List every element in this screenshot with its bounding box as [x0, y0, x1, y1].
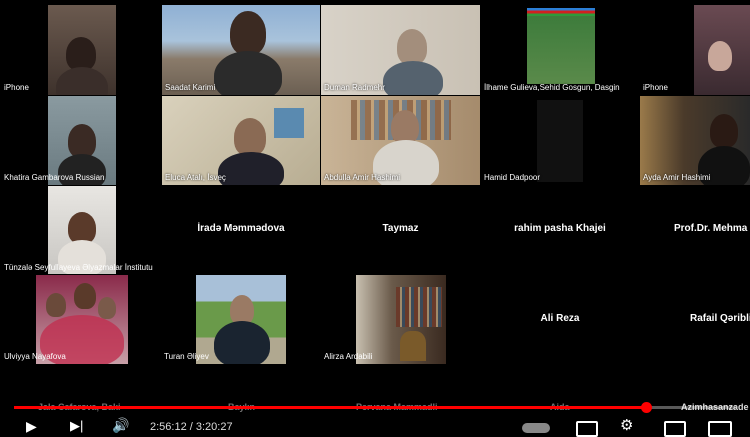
participant-name: rahim pasha Khajei	[514, 223, 606, 234]
theater-mode-icon[interactable]	[708, 421, 732, 437]
time-display: 2:56:12 / 3:20:27	[150, 421, 233, 433]
seek-handle[interactable]	[641, 402, 652, 413]
seek-bar-played[interactable]	[14, 406, 646, 409]
seek-bar-remaining[interactable]	[646, 406, 736, 409]
participant-tile	[48, 5, 116, 95]
miniplayer-icon[interactable]	[664, 421, 686, 437]
participant-name: Ayda Amir Hashimi	[643, 173, 711, 182]
participant-tile: Duman Radmehr	[321, 5, 480, 95]
participant-silhouette	[391, 110, 419, 144]
participant-name: Turan Əliyev	[164, 352, 209, 361]
participant-name: Alirza Ardabili	[324, 352, 373, 361]
participant-name: Khatira Gambarova Russian	[4, 173, 105, 182]
participant-tile: Eluca Atalı, İsveç	[162, 96, 320, 185]
participant-tile	[694, 5, 750, 95]
participant-name: Saadat Karimi	[165, 83, 216, 92]
participant-silhouette	[66, 37, 96, 71]
participant-tile	[356, 275, 446, 364]
settings-gear-icon[interactable]: ⚙	[620, 418, 633, 433]
participant-silhouette	[46, 293, 66, 317]
participant-tile	[36, 275, 128, 364]
participant-tile: İlhame Gulieva,Sehid Gosgun, Dasgin	[481, 5, 639, 95]
participant-name: iPhone	[643, 83, 668, 92]
participant-tile	[48, 186, 116, 274]
participant-name: İradə Məmmədova	[197, 223, 285, 234]
participant-body	[383, 61, 443, 95]
participant-name: Rafail Qəribli	[690, 313, 750, 324]
participant-name: Ali Reza	[540, 313, 580, 324]
participant-tile	[196, 275, 286, 364]
participant-body	[218, 152, 284, 185]
participant-silhouette	[234, 118, 266, 156]
participant-tile: Ayda Amir Hashimi	[640, 96, 750, 185]
participant-tile	[48, 96, 116, 185]
participant-tile: Abdulla Amir Hashimi	[321, 96, 480, 185]
participant-silhouette	[68, 124, 96, 158]
participant-tile: Saadat Karimi	[162, 5, 320, 95]
play-icon[interactable]: ▶	[26, 419, 37, 433]
autoplay-toggle-icon[interactable]	[522, 423, 550, 433]
participant-name: Prof.Dr. Mehma	[674, 223, 748, 234]
participant-body	[214, 321, 270, 364]
participant-silhouette	[98, 297, 116, 319]
next-icon[interactable]: ▶|	[70, 419, 83, 432]
participant-tile: Hamid Dadpoor	[481, 96, 639, 185]
participant-name: Abdulla Amir Hashimi	[324, 173, 401, 182]
participant-name: Hamid Dadpoor	[484, 173, 541, 182]
participant-name: Tünzalə Seyfullayeva Əlyazmalar İnstitut…	[4, 263, 153, 272]
participant-name: İlhame Gulieva,Sehid Gosgun, Dasgin	[484, 83, 620, 92]
participant-name: Ulviyya Nayafova	[4, 352, 66, 361]
participant-silhouette	[397, 29, 427, 65]
subtitles-icon[interactable]	[576, 421, 598, 437]
participant-name: iPhone	[4, 83, 29, 92]
participant-silhouette	[710, 114, 738, 148]
participant-silhouette	[74, 283, 96, 309]
participant-name: Taymaz	[382, 223, 419, 234]
participant-name: Duman Radmehr	[324, 83, 385, 92]
participant-silhouette	[230, 11, 266, 55]
participant-name: Eluca Atalı, İsveç	[165, 173, 226, 182]
participant-body	[214, 51, 282, 95]
participant-silhouette	[708, 41, 732, 71]
